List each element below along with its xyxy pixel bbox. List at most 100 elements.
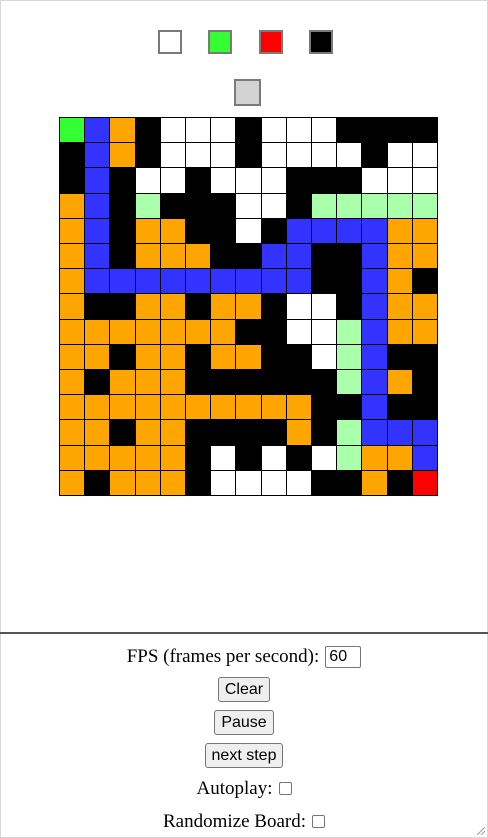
- board-cell[interactable]: [59, 142, 86, 169]
- board-cell[interactable]: [285, 419, 312, 446]
- board-cell[interactable]: [109, 117, 136, 144]
- eraser-swatch[interactable]: [234, 79, 261, 106]
- board-cell[interactable]: [210, 192, 237, 219]
- board-cell[interactable]: [311, 243, 338, 270]
- board-cell[interactable]: [210, 369, 237, 396]
- board-cell[interactable]: [185, 268, 212, 295]
- board-cell[interactable]: [285, 369, 312, 396]
- board-cell[interactable]: [185, 243, 212, 270]
- board-cell[interactable]: [361, 268, 388, 295]
- board-cell[interactable]: [159, 419, 186, 446]
- board-cell[interactable]: [134, 469, 161, 496]
- black-swatch[interactable]: [309, 30, 333, 54]
- board-cell[interactable]: [336, 117, 363, 144]
- board-cell[interactable]: [311, 192, 338, 219]
- board-cell[interactable]: [185, 293, 212, 320]
- board-cell[interactable]: [109, 469, 136, 496]
- board-cell[interactable]: [235, 117, 262, 144]
- board-cell[interactable]: [185, 217, 212, 244]
- board-cell[interactable]: [386, 369, 413, 396]
- board-cell[interactable]: [84, 217, 111, 244]
- board-cell[interactable]: [134, 217, 161, 244]
- clear-button[interactable]: Clear: [217, 677, 271, 702]
- board-cell[interactable]: [386, 419, 413, 446]
- board-cell[interactable]: [336, 394, 363, 421]
- board-cell[interactable]: [210, 343, 237, 370]
- board-cell[interactable]: [411, 444, 438, 471]
- board-cell[interactable]: [336, 243, 363, 270]
- board-cell[interactable]: [235, 217, 262, 244]
- board-cell[interactable]: [235, 444, 262, 471]
- board-cell[interactable]: [386, 444, 413, 471]
- board-cell[interactable]: [260, 217, 287, 244]
- board-cell[interactable]: [260, 343, 287, 370]
- board-cell[interactable]: [159, 369, 186, 396]
- board-cell[interactable]: [159, 343, 186, 370]
- board-cell[interactable]: [134, 394, 161, 421]
- board-cell[interactable]: [59, 318, 86, 345]
- board-cell[interactable]: [109, 394, 136, 421]
- board-cell[interactable]: [260, 243, 287, 270]
- board-cell[interactable]: [336, 268, 363, 295]
- board-cell[interactable]: [134, 293, 161, 320]
- board-cell[interactable]: [84, 117, 111, 144]
- board-cell[interactable]: [361, 117, 388, 144]
- board-cell[interactable]: [159, 293, 186, 320]
- board-cell[interactable]: [411, 469, 438, 496]
- board-cell[interactable]: [361, 343, 388, 370]
- board-cell[interactable]: [210, 167, 237, 194]
- board-cell[interactable]: [260, 369, 287, 396]
- board-cell[interactable]: [285, 343, 312, 370]
- board-cell[interactable]: [260, 268, 287, 295]
- board-cell[interactable]: [260, 192, 287, 219]
- board-cell[interactable]: [84, 268, 111, 295]
- board-cell[interactable]: [235, 343, 262, 370]
- board-cell[interactable]: [134, 343, 161, 370]
- board-cell[interactable]: [185, 444, 212, 471]
- white-swatch[interactable]: [158, 30, 182, 54]
- board-cell[interactable]: [311, 318, 338, 345]
- board-cell[interactable]: [361, 142, 388, 169]
- board-cell[interactable]: [361, 469, 388, 496]
- board-cell[interactable]: [109, 293, 136, 320]
- board-cell[interactable]: [386, 192, 413, 219]
- board-cell[interactable]: [386, 318, 413, 345]
- board-cell[interactable]: [185, 142, 212, 169]
- board-cell[interactable]: [361, 192, 388, 219]
- board-cell[interactable]: [134, 369, 161, 396]
- board-cell[interactable]: [260, 444, 287, 471]
- board-cell[interactable]: [285, 142, 312, 169]
- board-cell[interactable]: [361, 419, 388, 446]
- board-cell[interactable]: [361, 167, 388, 194]
- board-cell[interactable]: [134, 268, 161, 295]
- board-cell[interactable]: [235, 318, 262, 345]
- board-cell[interactable]: [185, 343, 212, 370]
- board-cell[interactable]: [260, 117, 287, 144]
- board-cell[interactable]: [134, 243, 161, 270]
- board-cell[interactable]: [159, 394, 186, 421]
- board-cell[interactable]: [361, 293, 388, 320]
- board-cell[interactable]: [134, 318, 161, 345]
- board-cell[interactable]: [235, 419, 262, 446]
- board-cell[interactable]: [59, 419, 86, 446]
- randomize-checkbox[interactable]: [312, 815, 325, 828]
- board-cell[interactable]: [59, 268, 86, 295]
- board-cell[interactable]: [84, 167, 111, 194]
- board-cell[interactable]: [386, 343, 413, 370]
- board-cell[interactable]: [235, 142, 262, 169]
- board-cell[interactable]: [386, 469, 413, 496]
- board-cell[interactable]: [59, 293, 86, 320]
- board-cell[interactable]: [311, 293, 338, 320]
- resize-grip-icon[interactable]: [475, 825, 485, 835]
- board-cell[interactable]: [336, 444, 363, 471]
- board-cell[interactable]: [210, 142, 237, 169]
- board-cell[interactable]: [285, 268, 312, 295]
- board-cell[interactable]: [411, 394, 438, 421]
- board-cell[interactable]: [185, 318, 212, 345]
- fps-input[interactable]: [325, 645, 362, 668]
- board-cell[interactable]: [109, 142, 136, 169]
- board-cell[interactable]: [84, 369, 111, 396]
- board-cell[interactable]: [411, 167, 438, 194]
- board-cell[interactable]: [84, 419, 111, 446]
- board-cell[interactable]: [411, 217, 438, 244]
